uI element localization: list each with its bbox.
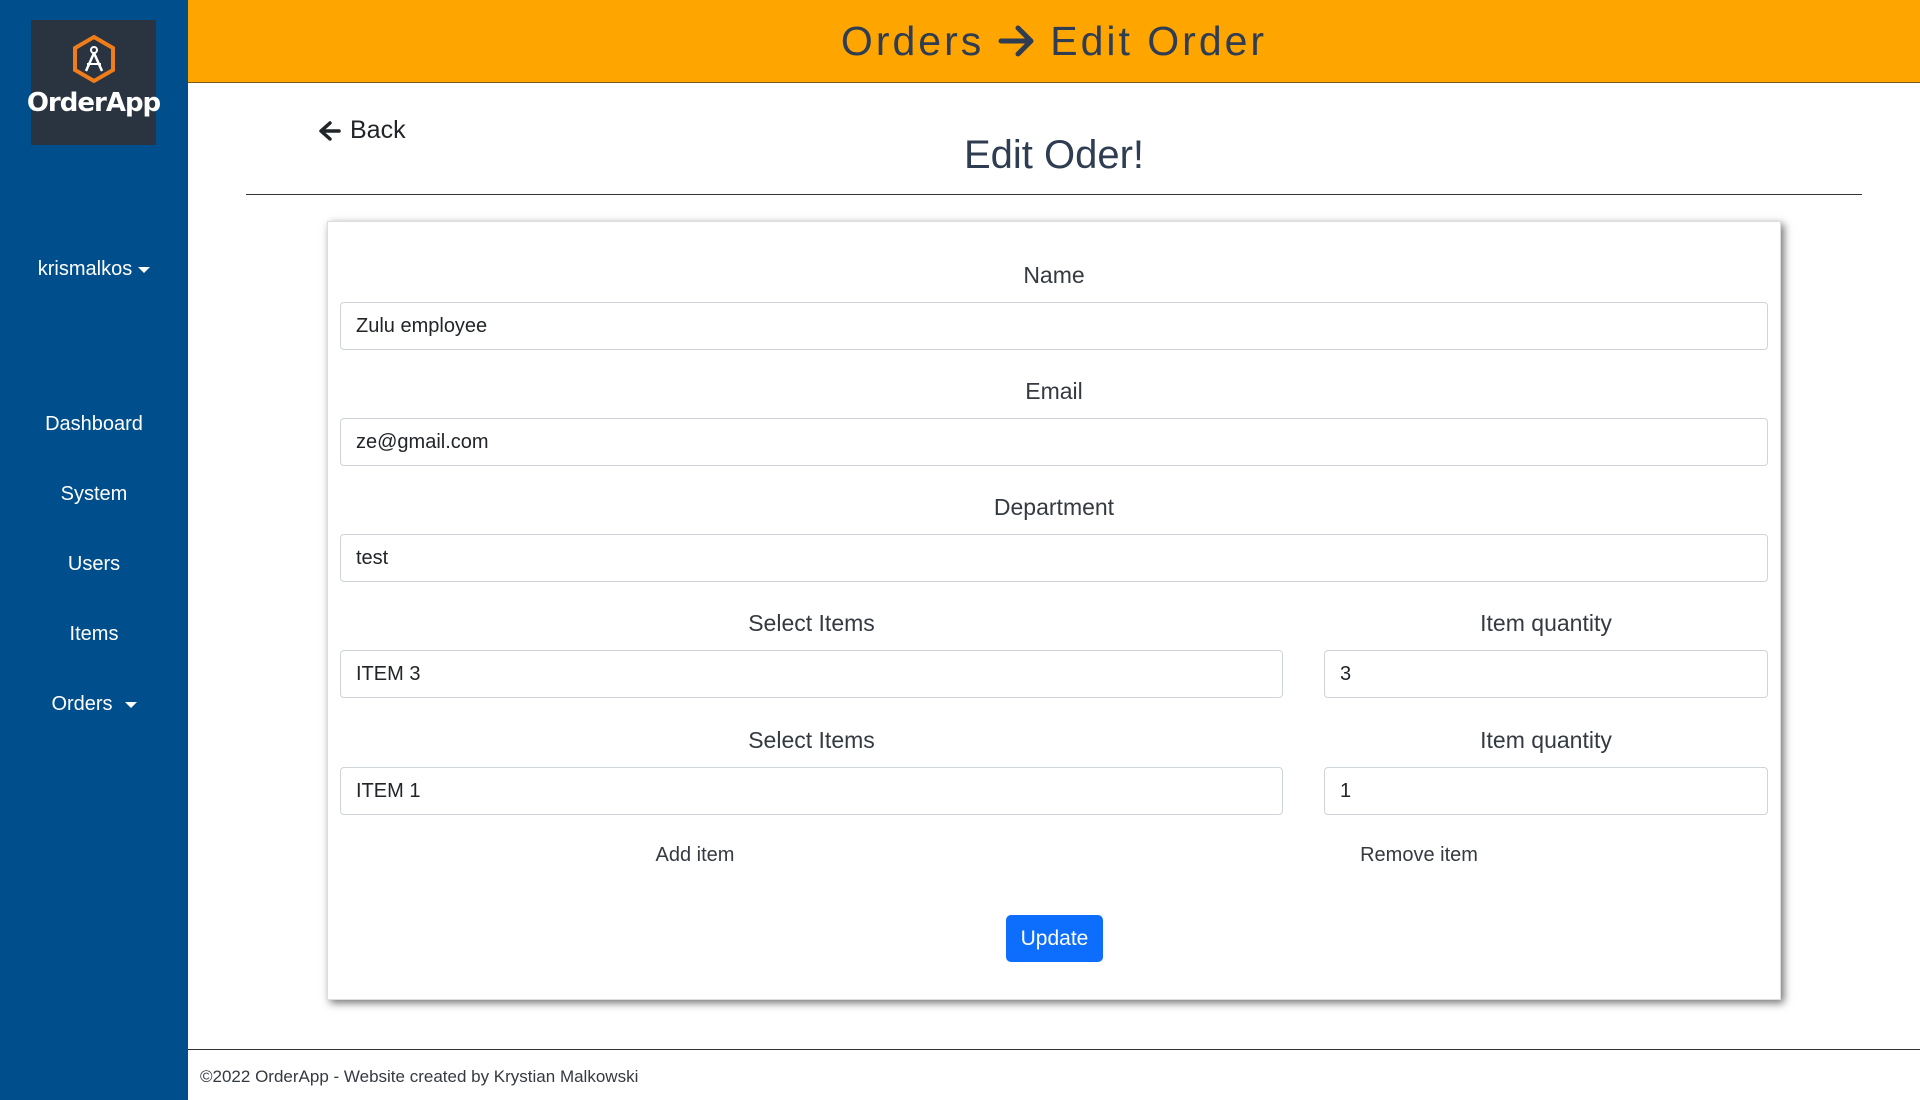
caret-down-icon	[124, 701, 137, 708]
sidebar-item-items[interactable]: Items	[0, 623, 188, 646]
breadcrumb: Orders Edit Order	[841, 18, 1267, 65]
email-field[interactable]: ze@gmail.com	[340, 418, 1768, 466]
edit-order-form: Name Zulu employee Email ze@gmail.com De…	[327, 221, 1781, 1000]
sidebar-item-orders[interactable]: Orders	[0, 693, 188, 716]
title-divider	[246, 194, 1862, 195]
sidebar-item-system[interactable]: System	[0, 483, 188, 506]
email-label: Email	[1025, 378, 1083, 404]
select-items-label: Select Items	[748, 727, 875, 753]
top-header: Orders Edit Order	[188, 0, 1920, 83]
user-menu[interactable]: krismalkos	[0, 258, 188, 281]
select-items-label: Select Items	[748, 610, 875, 636]
name-field[interactable]: Zulu employee	[340, 302, 1768, 350]
remove-item-link[interactable]: Remove item	[1339, 844, 1499, 867]
item-quantity-label: Item quantity	[1480, 610, 1612, 636]
item-quantity-field[interactable]: 3	[1324, 650, 1768, 698]
sidebar-item-dashboard[interactable]: Dashboard	[0, 413, 188, 436]
footer-divider	[188, 1049, 1920, 1050]
app-logo[interactable]: OrderApp	[27, 20, 161, 145]
sidebar-item-orders-label: Orders	[51, 693, 113, 715]
breadcrumb-parent[interactable]: Orders	[841, 18, 984, 65]
arrow-right-icon	[998, 25, 1034, 57]
add-item-link[interactable]: Add item	[620, 844, 770, 867]
select-items-field[interactable]: ITEM 3	[340, 650, 1283, 698]
caret-down-icon	[138, 266, 151, 273]
sidebar-item-users[interactable]: Users	[0, 553, 188, 576]
update-button[interactable]: Update	[1006, 915, 1103, 962]
app-name: OrderApp	[26, 88, 161, 118]
breadcrumb-current: Edit Order	[1050, 17, 1268, 64]
department-label: Department	[993, 494, 1115, 520]
sidebar: OrderApp krismalkos Dashboard System Use…	[0, 0, 188, 1100]
compass-hexagon-icon	[72, 34, 115, 84]
username: krismalkos	[37, 258, 133, 280]
name-label: Name	[1023, 262, 1085, 288]
select-items-field[interactable]: ITEM 1	[340, 767, 1283, 815]
item-quantity-field[interactable]: 1	[1324, 767, 1768, 815]
footer-text: ©2022 OrderApp - Website created by Krys…	[200, 1067, 639, 1086]
department-field[interactable]: test	[340, 534, 1768, 582]
item-quantity-label: Item quantity	[1480, 727, 1612, 753]
page-title: Edit Oder!	[963, 133, 1145, 177]
